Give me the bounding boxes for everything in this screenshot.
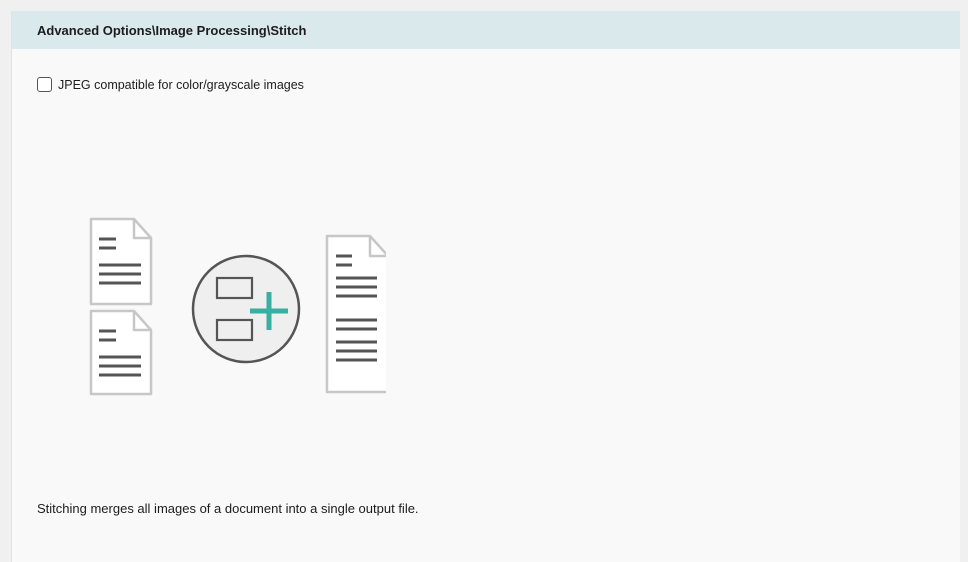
stitch-description: Stitching merges all images of a documen… [37,501,419,516]
jpeg-compatible-option[interactable]: JPEG compatible for color/grayscale imag… [37,77,304,92]
merge-plus-icon [191,254,301,364]
jpeg-compatible-label[interactable]: JPEG compatible for color/grayscale imag… [58,78,304,92]
stitch-illustration-icon [89,217,386,396]
document-page-icon [89,309,153,396]
breadcrumb-title: Advanced Options\Image Processing\Stitch [37,22,307,38]
panel-header: Advanced Options\Image Processing\Stitch [12,11,960,49]
jpeg-compatible-checkbox[interactable] [37,77,52,92]
merged-document-icon [325,234,386,394]
stitch-settings-panel: Advanced Options\Image Processing\Stitch… [11,11,960,562]
document-page-icon [89,217,153,306]
